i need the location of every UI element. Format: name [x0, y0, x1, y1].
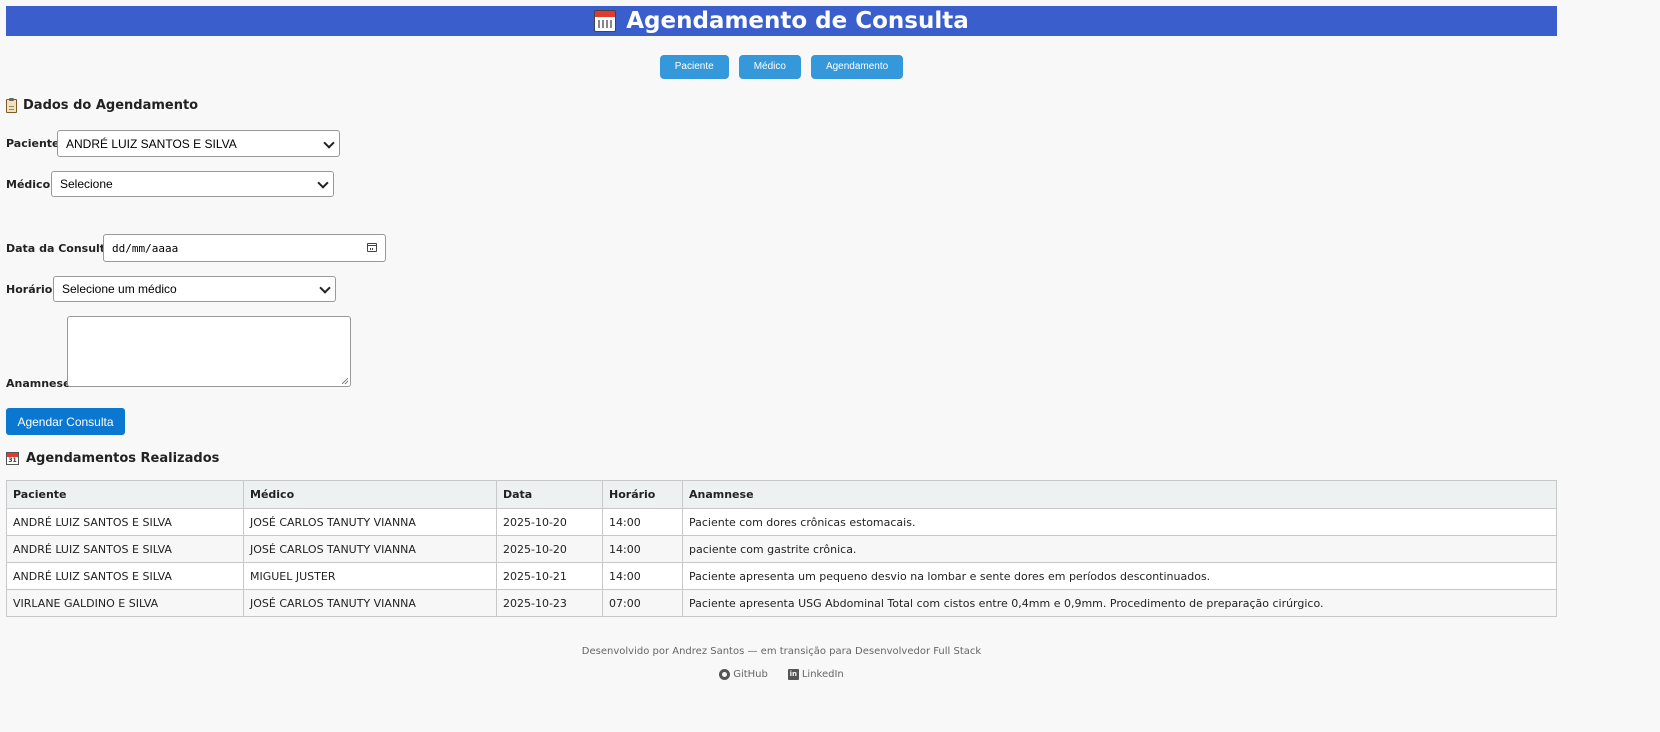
- table-cell: Paciente apresenta um pequeno desvio na …: [682, 562, 1557, 590]
- form-section-title: Dados do Agendamento: [6, 97, 199, 113]
- table-row: ANDRÉ LUIZ SANTOS E SILVA JOSÉ CARLOS TA…: [6, 535, 1557, 563]
- github-link-label: GitHub: [733, 669, 768, 680]
- table-cell: 14:00: [602, 562, 683, 590]
- column-header: Paciente: [6, 480, 244, 509]
- chevron-down-icon: [319, 282, 331, 294]
- horario-label: Horário:: [6, 283, 57, 296]
- github-link[interactable]: GitHub: [719, 669, 768, 680]
- column-header: Horário: [602, 480, 683, 509]
- page-header: Agendamento de Consulta: [6, 6, 1557, 36]
- paciente-label: Paciente:: [6, 137, 64, 150]
- paciente-select-value: ANDRÉ LUIZ SANTOS E SILVA: [66, 136, 237, 151]
- table-cell: ANDRÉ LUIZ SANTOS E SILVA: [6, 562, 244, 590]
- column-header: Médico: [243, 480, 497, 509]
- table-cell: JOSÉ CARLOS TANUTY VIANNA: [243, 589, 497, 617]
- table-cell: 14:00: [602, 535, 683, 563]
- table-cell: 2025-10-20: [496, 508, 603, 536]
- table-cell: Paciente com dores crônicas estomacais.: [682, 508, 1557, 536]
- calendar-icon: [594, 10, 617, 32]
- column-header: Anamnese: [682, 480, 1557, 509]
- horario-select[interactable]: Selecione um médico: [53, 276, 336, 302]
- chevron-down-icon: [323, 136, 335, 149]
- table-cell: 07:00: [602, 589, 683, 617]
- clipboard-icon: [6, 97, 17, 113]
- table-row: VIRLANE GALDINO E SILVA JOSÉ CARLOS TANU…: [6, 589, 1557, 617]
- medico-label: Médico:: [6, 178, 55, 191]
- medico-select-value: Selecione: [60, 177, 113, 191]
- chevron-down-icon: [317, 177, 329, 189]
- table-cell: 2025-10-21: [496, 562, 603, 590]
- table-header-row: Paciente Médico Data Horário Anamnese: [6, 480, 1557, 509]
- paciente-select[interactable]: ANDRÉ LUIZ SANTOS E SILVA: [57, 130, 340, 157]
- table-cell: Paciente apresenta USG Abdominal Total c…: [682, 589, 1557, 617]
- linkedin-link[interactable]: in LinkedIn: [787, 669, 844, 680]
- github-icon: [719, 669, 731, 680]
- data-consulta-input[interactable]: dd/mm/aaaa: [103, 234, 386, 262]
- table-row: ANDRÉ LUIZ SANTOS E SILVA MIGUEL JUSTER …: [6, 562, 1557, 590]
- medico-select[interactable]: Selecione: [51, 171, 334, 197]
- table-cell: VIRLANE GALDINO E SILVA: [6, 589, 244, 617]
- calendar-picker-icon[interactable]: [367, 243, 377, 252]
- column-header: Data: [496, 480, 603, 509]
- horario-select-value: Selecione um médico: [62, 282, 177, 296]
- table-cell: ANDRÉ LUIZ SANTOS E SILVA: [6, 508, 244, 536]
- agendar-consulta-button[interactable]: Agendar Consulta: [6, 408, 125, 435]
- form-section-title-text: Dados do Agendamento: [23, 98, 199, 113]
- anamnese-textarea[interactable]: [67, 316, 351, 387]
- table-cell: MIGUEL JUSTER: [243, 562, 497, 590]
- data-consulta-label: Data da Consulta:: [6, 242, 117, 255]
- linkedin-link-label: LinkedIn: [801, 669, 844, 680]
- table-cell: paciente com gastrite crônica.: [682, 535, 1557, 563]
- table-cell: ANDRÉ LUIZ SANTOS E SILVA: [6, 535, 244, 563]
- footer-credit: Desenvolvido por Andrez Santos — em tran…: [581, 646, 982, 657]
- nav-paciente-button[interactable]: Paciente: [659, 55, 729, 79]
- calendar-icon: [6, 452, 19, 465]
- table-row: ANDRÉ LUIZ SANTOS E SILVA JOSÉ CARLOS TA…: [6, 508, 1557, 536]
- table-section-title-text: Agendamentos Realizados: [26, 451, 220, 466]
- nav-medico-button[interactable]: Médico: [738, 55, 801, 79]
- table-cell: 2025-10-23: [496, 589, 603, 617]
- data-consulta-placeholder: dd/mm/aaaa: [112, 241, 179, 255]
- table-section-title: Agendamentos Realizados: [6, 451, 219, 466]
- resize-handle-icon[interactable]: [342, 378, 348, 384]
- anamnese-label: Anamnese:: [6, 377, 75, 390]
- footer-links: GitHub in LinkedIn: [0, 669, 1563, 680]
- nav-agendamento-button[interactable]: Agendamento: [810, 55, 904, 79]
- table-cell: JOSÉ CARLOS TANUTY VIANNA: [243, 508, 497, 536]
- table-cell: 14:00: [602, 508, 683, 536]
- table-cell: JOSÉ CARLOS TANUTY VIANNA: [243, 535, 497, 563]
- agendamentos-table: Paciente Médico Data Horário Anamnese AN…: [6, 480, 1557, 617]
- linkedin-icon: in: [787, 669, 799, 680]
- table-cell: 2025-10-20: [496, 535, 603, 563]
- page-title: Agendamento de Consulta: [626, 8, 969, 34]
- nav-bar: Paciente Médico Agendamento: [0, 55, 1563, 79]
